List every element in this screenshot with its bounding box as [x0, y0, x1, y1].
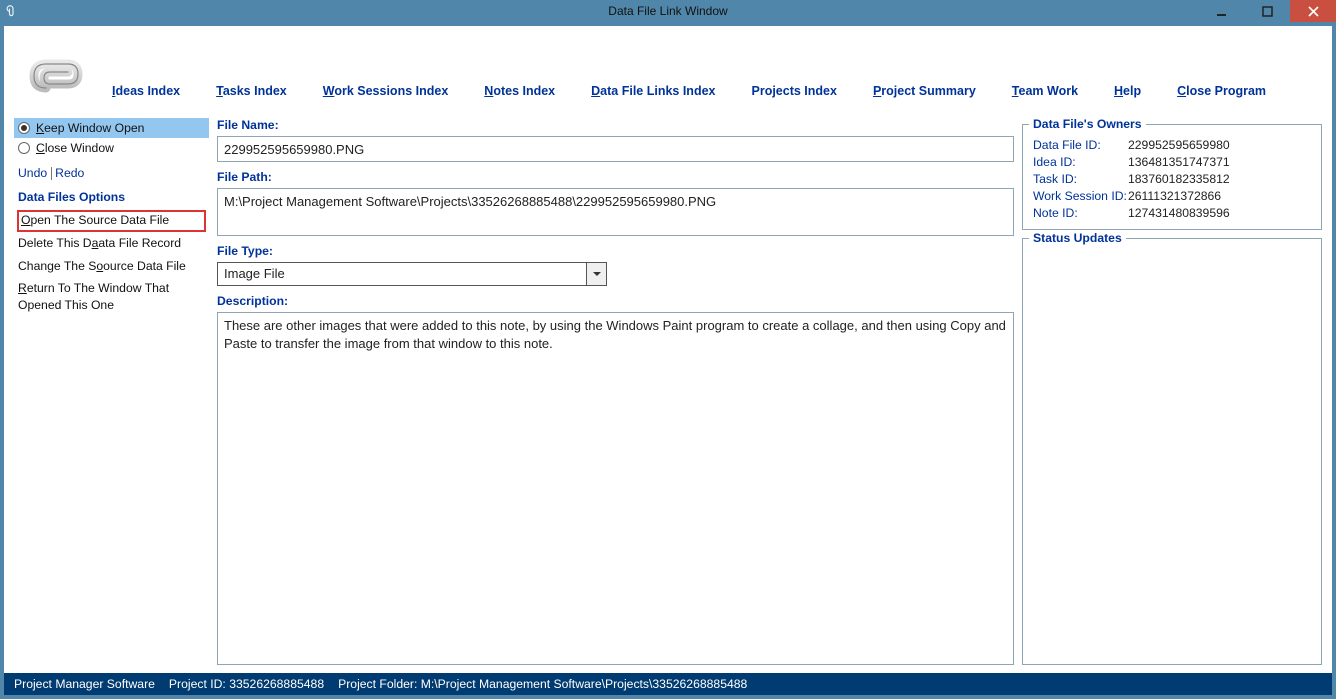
- filetype-label: File Type:: [217, 244, 1014, 258]
- content-area: Ideas Index Tasks Index Work Sessions In…: [4, 26, 1332, 695]
- menu-ideas-label: deas Index: [115, 84, 180, 98]
- menu-project-summary[interactable]: Project Summary: [873, 84, 976, 98]
- footer-pfolder-label: Project Folder:: [338, 677, 417, 691]
- footer-pfolder-value: M:\Project Management Software\Projects\…: [421, 677, 748, 691]
- window-frame: Data File Link Window: [0, 0, 1336, 699]
- owner-row-idea: Idea ID:136481351747371: [1033, 155, 1311, 169]
- menu-close-label: lose Program: [1186, 84, 1266, 98]
- main-menu: Ideas Index Tasks Index Work Sessions In…: [112, 84, 1314, 106]
- menu-data-file-links-index[interactable]: Data File Links Index: [591, 84, 715, 98]
- menu-notes-label: otes Index: [493, 84, 555, 98]
- link-open-source-data-file[interactable]: Open The Source Data File: [17, 210, 206, 232]
- menu-projects-label: Projects Index: [752, 84, 837, 98]
- footer-pid-label: Project ID:: [169, 677, 226, 691]
- menu-work-label: ork Sessions Index: [334, 84, 448, 98]
- owner-key: Note ID:: [1033, 206, 1128, 220]
- divider: [51, 167, 52, 180]
- owners-group: Data File's Owners Data File ID:22995259…: [1022, 124, 1322, 230]
- menu-datafile-label: ata File Links Index: [600, 84, 715, 98]
- maximize-button[interactable]: [1244, 0, 1290, 22]
- status-bar: Project Manager Software Project ID: 335…: [4, 673, 1332, 695]
- data-files-options-heading: Data Files Options: [18, 190, 209, 204]
- description-label: Description:: [217, 294, 1014, 308]
- center-pane: File Name: File Path: M:\Project Managem…: [217, 118, 1014, 665]
- filepath-input[interactable]: M:\Project Management Software\Projects\…: [217, 188, 1014, 236]
- right-pane: Data File's Owners Data File ID:22995259…: [1022, 118, 1322, 665]
- menu-ideas-index[interactable]: Ideas Index: [112, 84, 180, 98]
- footer-project-folder: Project Folder: M:\Project Management So…: [338, 677, 747, 691]
- footer-app-name: Project Manager Software: [14, 677, 155, 691]
- paperclip-icon: [22, 36, 94, 106]
- footer-pid-value: 33526268885488: [229, 677, 324, 691]
- owner-key: Data File ID:: [1033, 138, 1128, 152]
- menu-team-work[interactable]: Team Work: [1012, 84, 1078, 98]
- link-change-source-data-file[interactable]: Change The Soource Data File: [14, 256, 209, 278]
- menu-notes-index[interactable]: Notes Index: [484, 84, 555, 98]
- link-open-source-label: pen The Source Data File: [30, 213, 169, 227]
- filetype-value: Image File: [218, 263, 586, 285]
- left-sidebar: Keep Window Open Close Window Undo Redo …: [14, 118, 209, 665]
- owner-row-task: Task ID:183760182335812: [1033, 172, 1311, 186]
- menu-tasks-index[interactable]: Tasks Index: [216, 84, 287, 98]
- app-icon-small: [6, 4, 20, 18]
- minimize-button[interactable]: [1198, 0, 1244, 22]
- menu-team-label: eam Work: [1019, 84, 1079, 98]
- link-change-label1: Change The S: [18, 259, 96, 273]
- owner-val: 136481351747371: [1128, 155, 1230, 169]
- owners-title: Data File's Owners: [1029, 117, 1146, 131]
- title-bar[interactable]: Data File Link Window: [0, 0, 1336, 22]
- filename-input[interactable]: [217, 136, 1014, 162]
- owner-val: 26111321372866: [1128, 189, 1221, 203]
- owner-val: 229952595659980: [1128, 138, 1230, 152]
- filename-label: File Name:: [217, 118, 1014, 132]
- window-controls: [1198, 0, 1336, 22]
- radio-dot-icon: [18, 142, 30, 154]
- link-return-label1: R: [18, 281, 27, 295]
- link-return-label2: eturn To The Window That Opened This One: [18, 281, 169, 311]
- window-title: Data File Link Window: [0, 4, 1336, 18]
- radio-dot-icon: [18, 122, 30, 134]
- menu-help-label: elp: [1123, 84, 1141, 98]
- status-updates-title: Status Updates: [1029, 231, 1126, 245]
- menu-work-sessions-index[interactable]: Work Sessions Index: [323, 84, 449, 98]
- link-change-label2: ource Data File: [103, 259, 186, 273]
- radio-keep-window-open[interactable]: Keep Window Open: [14, 118, 209, 138]
- radio-keep-label: eep Window Open: [44, 121, 144, 135]
- status-updates-group: Status Updates: [1022, 238, 1322, 665]
- filetype-combobox[interactable]: Image File: [217, 262, 607, 286]
- menu-summary-label: roject Summary: [881, 84, 975, 98]
- undo-link[interactable]: Undo: [18, 166, 47, 180]
- undo-redo-bar: Undo Redo: [18, 166, 205, 180]
- link-return-to-window[interactable]: Return To The Window That Opened This On…: [14, 278, 209, 317]
- footer-project-id: Project ID: 33526268885488: [169, 677, 324, 691]
- link-delete-label1: Delete This D: [18, 236, 92, 250]
- body-row: Keep Window Open Close Window Undo Redo …: [4, 118, 1332, 673]
- filepath-label: File Path:: [217, 170, 1014, 184]
- owner-row-note: Note ID:127431480839596: [1033, 206, 1311, 220]
- link-delete-label2: ata File Record: [98, 236, 181, 250]
- description-input[interactable]: These are other images that were added t…: [217, 312, 1014, 665]
- owner-key: Task ID:: [1033, 172, 1128, 186]
- radio-close-window[interactable]: Close Window: [14, 138, 209, 158]
- radio-close-label: lose Window: [45, 141, 114, 155]
- menu-close-program[interactable]: Close Program: [1177, 84, 1266, 98]
- menu-tasks-label: asks Index: [223, 84, 287, 98]
- top-bar: Ideas Index Tasks Index Work Sessions In…: [4, 26, 1332, 118]
- close-button[interactable]: [1290, 0, 1336, 22]
- menu-help[interactable]: Help: [1114, 84, 1141, 98]
- owner-key: Idea ID:: [1033, 155, 1128, 169]
- link-delete-data-file-record[interactable]: Delete This Daata File Record: [14, 233, 209, 255]
- owner-key: Work Session ID:: [1033, 189, 1128, 203]
- owner-val: 183760182335812: [1128, 172, 1230, 186]
- chevron-down-icon[interactable]: [586, 263, 606, 285]
- menu-projects-index[interactable]: Projects Index: [752, 84, 837, 98]
- owner-val: 127431480839596: [1128, 206, 1230, 220]
- owner-row-worksession: Work Session ID:26111321372866: [1033, 189, 1311, 203]
- owner-row-datafile: Data File ID:229952595659980: [1033, 138, 1311, 152]
- redo-link[interactable]: Redo: [55, 166, 84, 180]
